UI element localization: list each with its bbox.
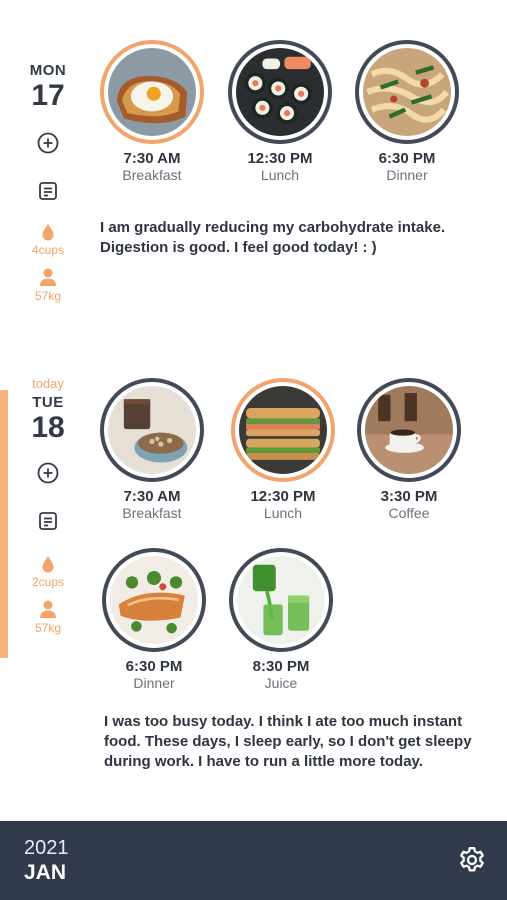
weight-record[interactable]: 57kg bbox=[0, 599, 96, 635]
water-value: 2cups bbox=[31, 575, 65, 589]
meal-time: 8:30 PM bbox=[252, 658, 310, 675]
person-icon bbox=[40, 268, 56, 286]
day-note[interactable]: I was too busy today. I think I ate too … bbox=[104, 712, 489, 772]
granola-coffee-photo bbox=[108, 386, 196, 474]
meal-label: Lunch bbox=[260, 167, 300, 183]
meal-dinner[interactable]: 6:30 PM Dinner bbox=[352, 40, 462, 183]
meal-juice[interactable]: 8:30 PM Juice bbox=[226, 548, 336, 691]
sushi-image bbox=[236, 48, 324, 136]
meal-time: 6:30 PM bbox=[378, 150, 436, 167]
water-intake[interactable]: 4cups bbox=[0, 223, 96, 257]
meal-label: Juice bbox=[264, 675, 298, 691]
juice-image bbox=[237, 556, 325, 644]
meal-label: Breakfast bbox=[122, 167, 182, 183]
meal-photo-ring bbox=[357, 378, 461, 482]
meal-breakfast[interactable]: 7:30 AM Breakfast bbox=[97, 378, 207, 521]
today-label: today bbox=[32, 376, 64, 391]
coffee-photo bbox=[365, 386, 453, 474]
meal-photo-ring bbox=[231, 378, 335, 482]
weight-value: 57kg bbox=[34, 289, 62, 303]
meal-lunch[interactable]: 12:30 PM Lunch bbox=[228, 378, 338, 521]
weight-record[interactable]: 57kg bbox=[0, 267, 96, 303]
day-note[interactable]: I am gradually reducing my carbohydrate … bbox=[100, 218, 495, 258]
meal-photo-ring bbox=[229, 548, 333, 652]
note-icon[interactable] bbox=[36, 179, 60, 203]
day-entry-tue-18: today TUE 18 2cups 57kg 7:30 AM Breakfas… bbox=[0, 370, 507, 810]
meal-photo-ring bbox=[100, 40, 204, 144]
meal-breakfast[interactable]: 7:30 AM Breakfast bbox=[97, 40, 207, 183]
juice-photo bbox=[237, 556, 325, 644]
day-of-week: TUE bbox=[32, 394, 64, 411]
water-value: 4cups bbox=[31, 243, 65, 257]
meal-time: 12:30 PM bbox=[250, 488, 316, 505]
meal-photo-ring bbox=[355, 40, 459, 144]
meal-label: Dinner bbox=[133, 675, 175, 691]
granola-coffee-image bbox=[108, 386, 196, 474]
toast-egg-photo bbox=[108, 48, 196, 136]
meal-time: 3:30 PM bbox=[380, 488, 438, 505]
meal-photo-ring bbox=[228, 40, 332, 144]
sushi-photo bbox=[236, 48, 324, 136]
meal-photo-ring bbox=[100, 378, 204, 482]
meal-label: Dinner bbox=[386, 167, 428, 183]
gear-icon[interactable] bbox=[457, 845, 487, 875]
weight-value: 57kg bbox=[34, 621, 62, 635]
day-of-week: MON bbox=[29, 62, 67, 79]
meal-time: 6:30 PM bbox=[125, 658, 183, 675]
meal-time: 12:30 PM bbox=[247, 150, 313, 167]
footer-year[interactable]: 2021 bbox=[24, 837, 69, 860]
pasta-image bbox=[363, 48, 451, 136]
meal-lunch[interactable]: 12:30 PM Lunch bbox=[225, 40, 335, 183]
add-meal-icon[interactable] bbox=[36, 461, 60, 485]
meal-coffee[interactable]: 3:30 PM Coffee bbox=[354, 378, 464, 521]
water-drop-icon bbox=[42, 556, 54, 573]
coffee-image bbox=[365, 386, 453, 474]
salmon-photo bbox=[110, 556, 198, 644]
add-meal-icon[interactable] bbox=[36, 131, 60, 155]
water-intake[interactable]: 2cups bbox=[0, 555, 96, 589]
day-sidebar: today TUE 18 2cups 57kg bbox=[0, 376, 96, 635]
day-date: 18 bbox=[31, 411, 65, 444]
water-drop-icon bbox=[42, 224, 54, 241]
meal-time: 7:30 AM bbox=[123, 488, 181, 505]
footer-month[interactable]: JAN bbox=[24, 861, 66, 885]
meal-time: 7:30 AM bbox=[123, 150, 181, 167]
pasta-photo bbox=[363, 48, 451, 136]
day-date: 17 bbox=[31, 79, 65, 112]
note-icon[interactable] bbox=[36, 509, 60, 533]
day-sidebar: MON 17 4cups 57kg bbox=[0, 62, 96, 303]
sandwich-image bbox=[239, 386, 327, 474]
sandwich-photo bbox=[239, 386, 327, 474]
toast-egg-image bbox=[108, 48, 196, 136]
salmon-image bbox=[110, 556, 198, 644]
meal-photo-ring bbox=[102, 548, 206, 652]
person-icon bbox=[40, 600, 56, 618]
meal-label: Coffee bbox=[388, 505, 430, 521]
bottom-bar: 2021 JAN bbox=[0, 821, 507, 900]
meal-label: Breakfast bbox=[122, 505, 182, 521]
meal-label: Lunch bbox=[263, 505, 303, 521]
day-entry-mon-17: MON 17 4cups 57kg 7:30 AM Breakfast 12:3… bbox=[0, 0, 507, 360]
meal-dinner[interactable]: 6:30 PM Dinner bbox=[99, 548, 209, 691]
